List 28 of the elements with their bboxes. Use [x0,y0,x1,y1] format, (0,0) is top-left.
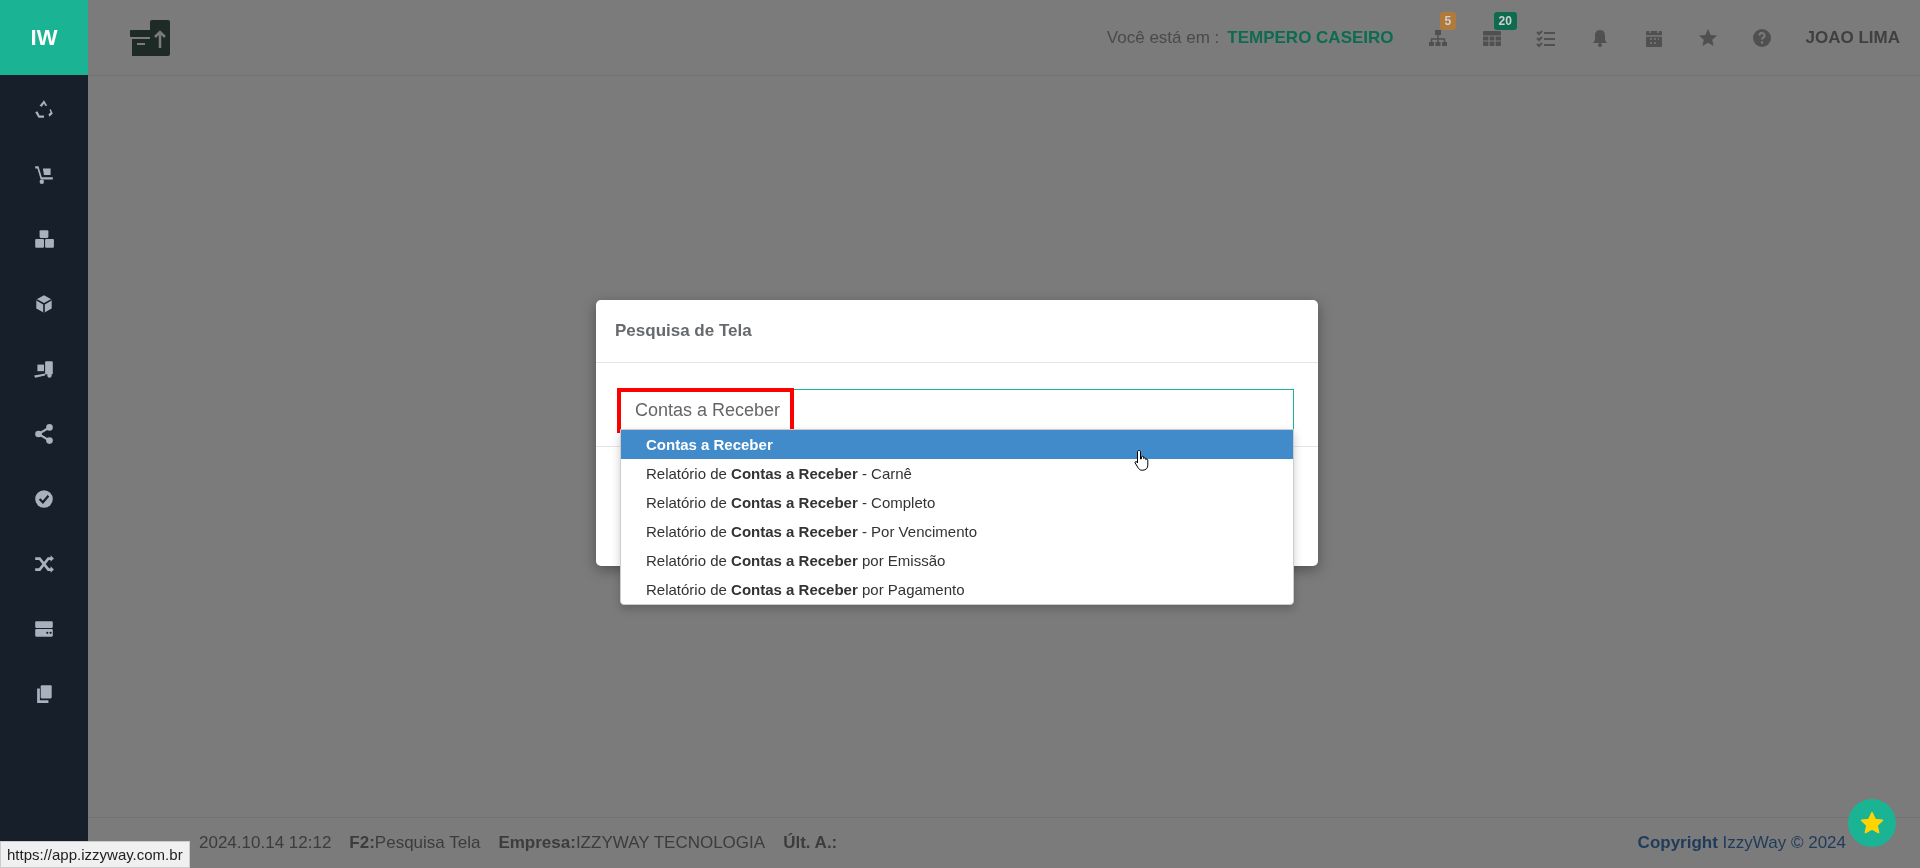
boxes-icon[interactable] [33,228,55,250]
dialog-title: Pesquisa de Tela [615,321,752,341]
suggestion-item[interactable]: Contas a Receber [621,430,1293,459]
status-url: https://app.izzyway.com.br [0,841,190,868]
dolly-icon[interactable] [33,163,55,185]
notification-badge: 5 [1439,11,1457,30]
footer-info: Últ. A.: [783,833,838,853]
copyright-text: Copyright IzzyWay © 2024 [1637,833,1846,853]
suggestion-item[interactable]: Relatório de Contas a Receber por Pagamento [621,575,1293,604]
cube-icon[interactable] [33,293,55,315]
suggestion-item[interactable]: Relatório de Contas a Receber - Completo [621,488,1293,517]
server-icon[interactable] [33,618,55,640]
star-icon[interactable] [1697,27,1718,48]
favorite-button[interactable] [1848,799,1896,847]
suggestion-item[interactable]: Relatório de Contas a Receber - Por Vencimento [621,517,1293,546]
footer-info: 2024.10.14 12:12 [199,833,332,853]
shuffle-icon[interactable] [33,553,55,575]
suggestion-item[interactable]: Relatório de Contas a Receber - Carnê [621,459,1293,488]
footer-info: Empresa:IZZYWAY TECNOLOGIA [498,833,766,853]
hand-cursor-icon [1134,449,1150,471]
notification-badge: 20 [1493,11,1517,30]
share-icon[interactable] [33,423,55,445]
checklist-icon[interactable] [1535,27,1556,48]
star-icon [1860,811,1884,835]
footer-info: F2:Pesquisa Tela [349,833,481,853]
suggestion-item[interactable]: Relatório de Contas a Receber por Emissão [621,546,1293,575]
archive-box-icon[interactable] [128,17,172,58]
check-circle-icon[interactable] [33,488,55,510]
